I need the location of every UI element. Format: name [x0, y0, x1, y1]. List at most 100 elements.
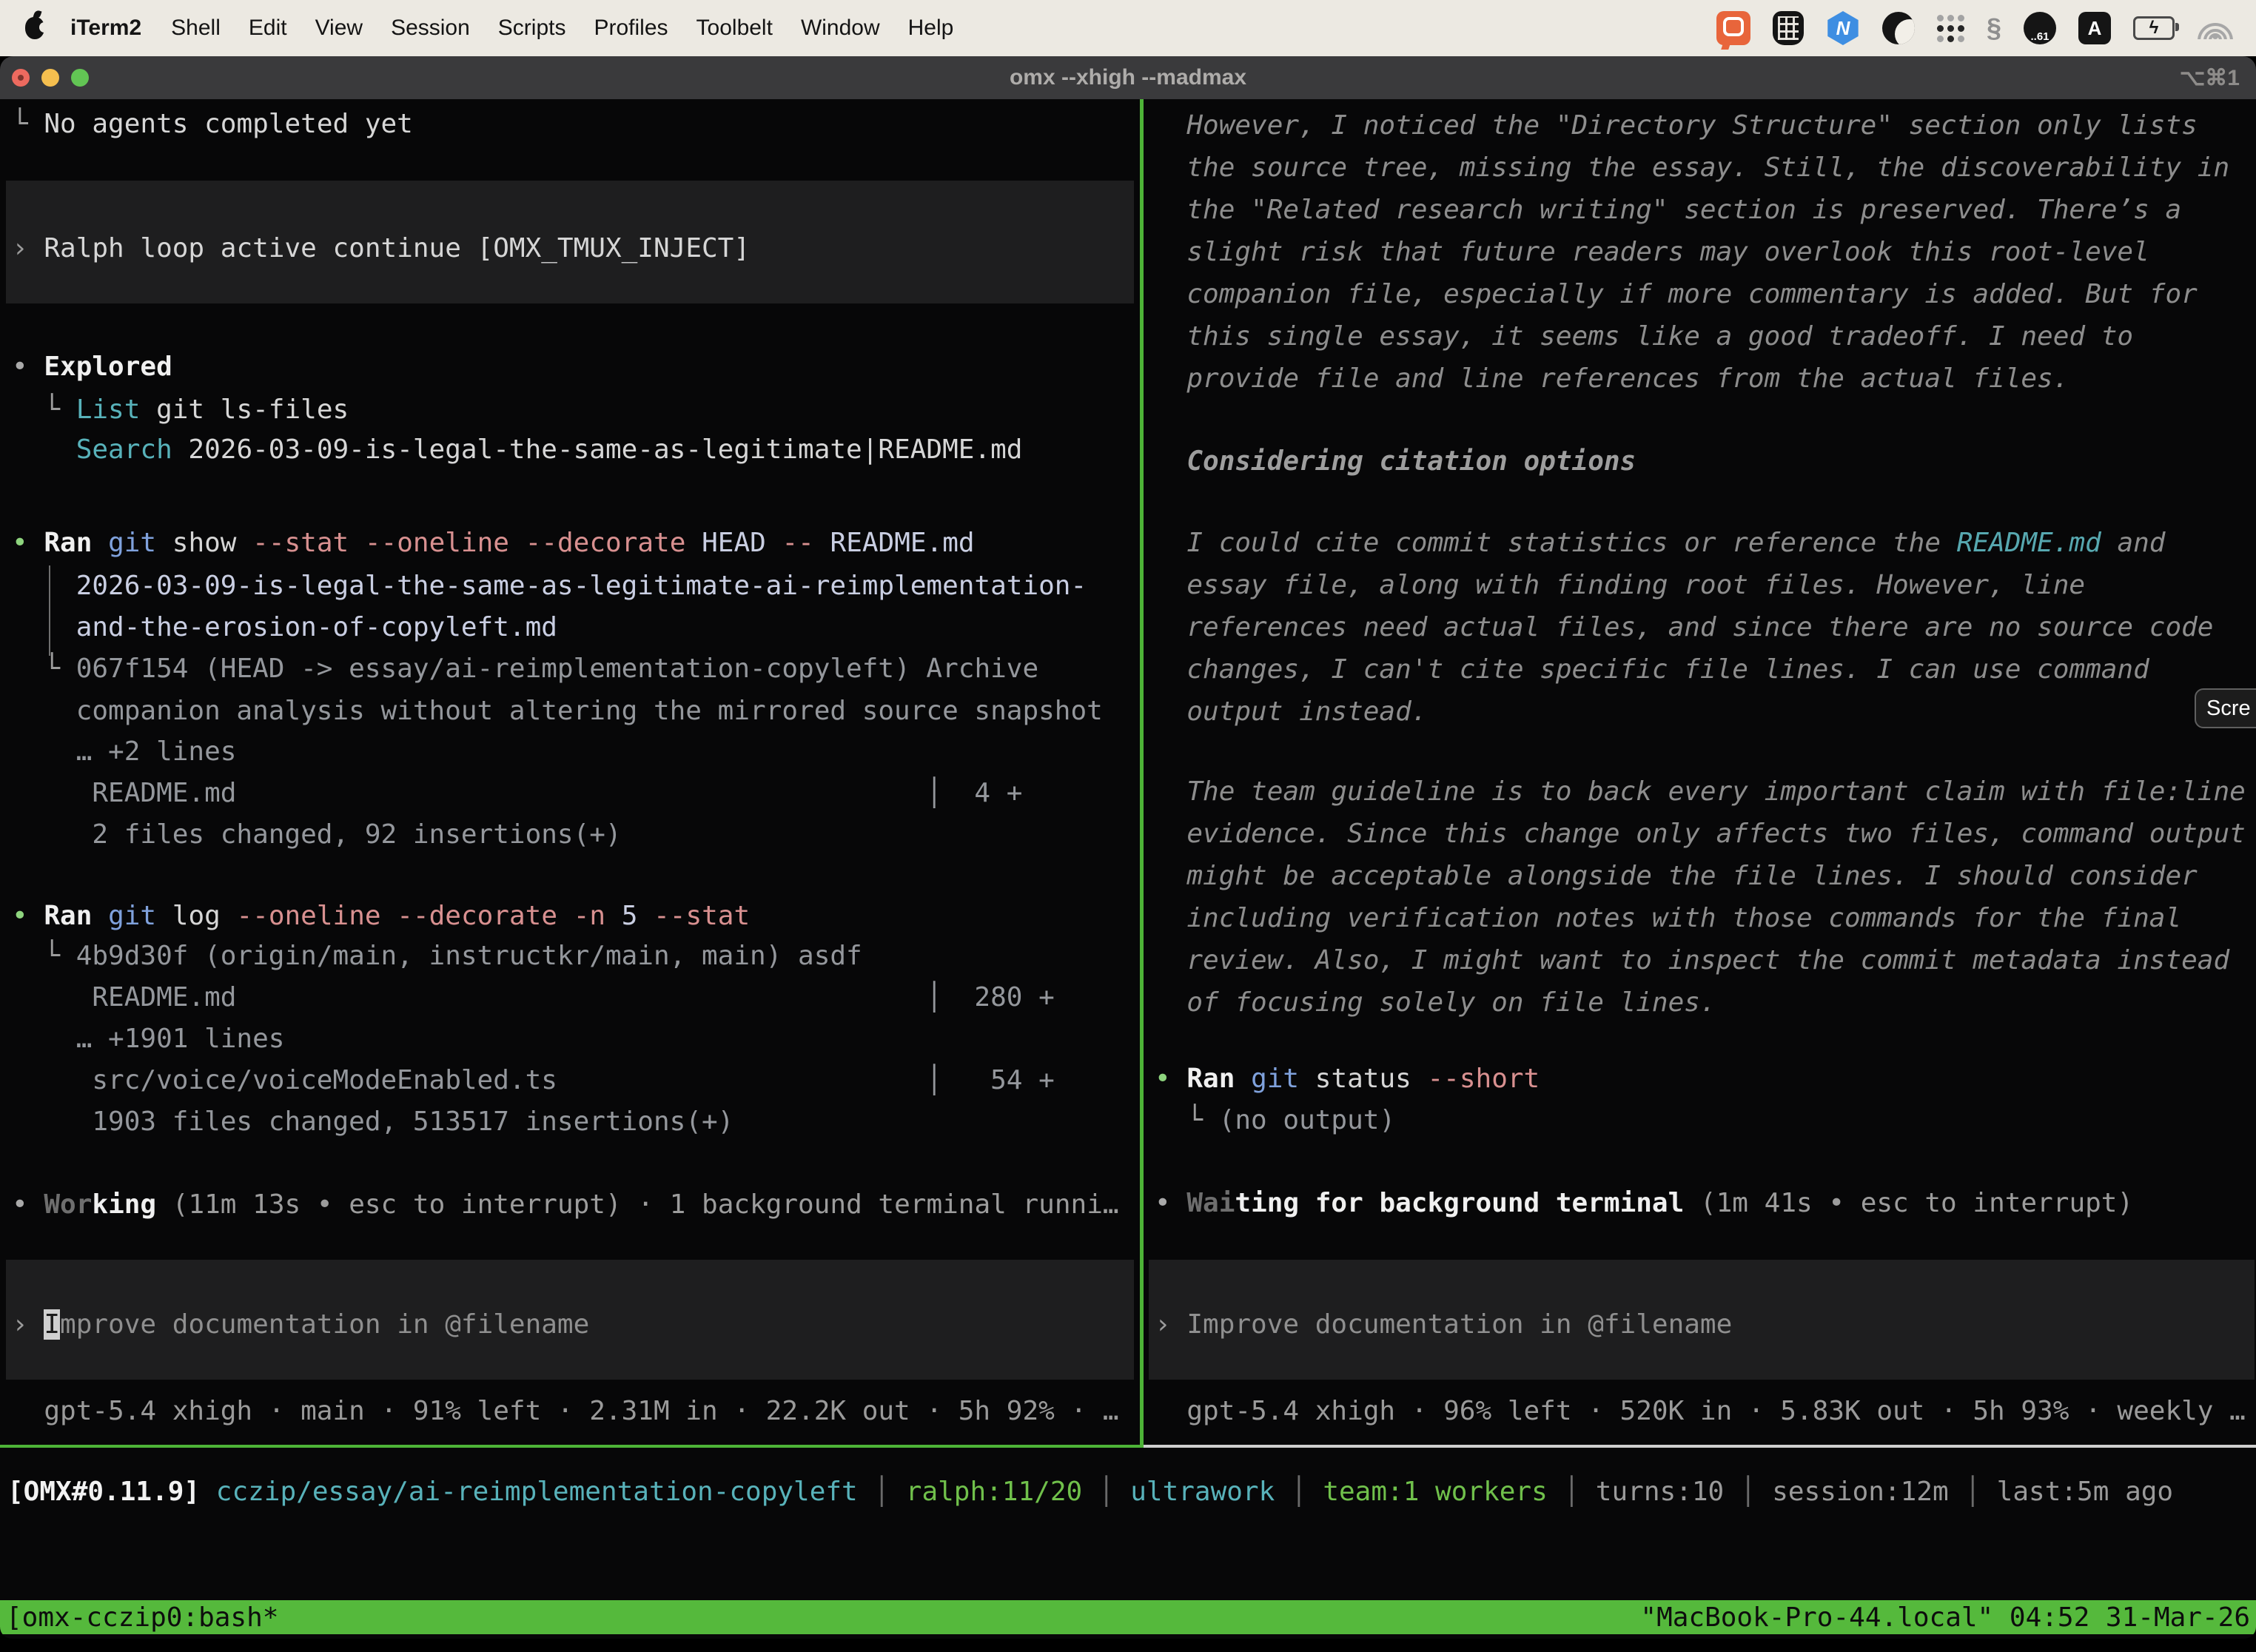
terminal-line: provide file and line references from th… [1155, 363, 2069, 395]
menu-item-session[interactable]: Session [377, 16, 484, 40]
pane-divider[interactable] [1140, 99, 1144, 1446]
text-segment: changes, I can't cite specific file line… [1155, 654, 2149, 685]
terminal-line: the "Related research writing" section i… [1155, 194, 2181, 226]
text-segment [766, 528, 782, 558]
terminal-line: • Waiting for background terminal (1m 41… [1155, 1187, 2133, 1220]
text-segment: │ [1724, 1477, 1772, 1507]
menu-item-scripts[interactable]: Scripts [484, 16, 580, 40]
text-segment: │ [858, 1477, 906, 1507]
menu-item-view[interactable]: View [301, 16, 377, 40]
text-segment [381, 901, 397, 931]
text-segment: › [1155, 1309, 1186, 1340]
text-segment: git [108, 528, 156, 558]
terminal-line: › Improve documentation in @filename [1155, 1309, 1732, 1341]
text-segment [509, 528, 526, 558]
right-pane-border-gray [1144, 1445, 2256, 1448]
terminal-line: Search 2026-03-09-is-legal-the-same-as-l… [12, 434, 1022, 466]
text-segment: I [44, 1309, 60, 1340]
battery-icon[interactable]: ϟ [2133, 16, 2175, 40]
text-segment: gpt-5.4 xhigh · main · 91% left · 2.31M … [12, 1396, 1119, 1426]
zoom-button[interactable] [71, 69, 89, 87]
menu-item-edit[interactable]: Edit [235, 16, 301, 40]
hexagon-badge-icon[interactable]: N [1826, 11, 1860, 45]
text-segment: -- [782, 528, 813, 558]
wifi-icon[interactable] [2197, 17, 2234, 39]
omx-status-line: [OMX#0.11.9] cczip/essay/ai-reimplementa… [7, 1476, 2173, 1508]
tmux-session-label[interactable]: [omx-cczip0:bash* [0, 1602, 278, 1633]
menu-item-iterm2[interactable]: iTerm2 [55, 16, 157, 40]
text-segment: might be acceptable alongside the file l… [1155, 861, 2198, 891]
text-segment: • [12, 528, 44, 558]
menu-item-profiles[interactable]: Profiles [580, 16, 682, 40]
terminal-line: … +1901 lines [12, 1023, 284, 1055]
menu-items: iTerm2ShellEditViewSessionScriptsProfile… [55, 16, 967, 41]
right-agent-pane[interactable]: However, I noticed the "Directory Struct… [1144, 99, 2256, 1446]
menu-item-toolbelt[interactable]: Toolbelt [682, 16, 787, 40]
terminal-line: 2 files changed, 92 insertions(+) [12, 819, 622, 851]
text-segment [605, 901, 622, 931]
text-segment: ultrawork [1130, 1477, 1275, 1507]
menu-item-help[interactable]: Help [894, 16, 968, 40]
text-segment: (1m 41s • esc to interrupt) [1700, 1188, 2133, 1218]
battery-bolt-icon: ϟ [2135, 19, 2172, 38]
text-segment: └ [12, 654, 76, 684]
text-segment: Ralph loop active continue [OMX_TMUX_INJ… [44, 233, 750, 263]
text-segment: git [108, 901, 156, 931]
text-segment: README.md │ 4 + [12, 778, 1022, 808]
a-square-icon[interactable]: A [2078, 12, 2111, 44]
screen-tooltip: Scre [2195, 688, 2256, 728]
text-segment: However, I noticed the "Directory Struct… [1155, 110, 2198, 141]
badge-61-icon[interactable]: ..61 [2024, 12, 2056, 44]
text-segment [1684, 1188, 1700, 1218]
text-segment: Ran [1186, 1064, 1235, 1094]
menu-item-window[interactable]: Window [787, 16, 894, 40]
text-segment: List [76, 394, 141, 425]
text-segment: (11m 13s • esc to interrupt) · 1 backgro… [172, 1189, 1119, 1220]
terminal-area: └ No agents completed yet › Ralph loop ac… [0, 99, 2256, 1639]
text-segment: 067f154 (HEAD -> essay/ai-reimplementati… [76, 654, 1038, 684]
terminal-line: evidence. Since this change only affects… [1155, 818, 2246, 850]
window-title-bar[interactable]: omx --xhigh --madmax ⌥⌘1 [0, 56, 2256, 99]
text-segment [1235, 1064, 1251, 1094]
left-agent-pane[interactable]: └ No agents completed yet › Ralph loop ac… [0, 99, 1140, 1446]
text-segment: HEAD [702, 528, 766, 558]
shield-grid-icon[interactable] [1773, 11, 1804, 45]
text-segment: 2 files changed, 92 insertions(+) [12, 819, 622, 850]
text-segment: [OMX#0.11.9] [7, 1477, 200, 1507]
text-segment: the source tree, missing the essay. Stil… [1155, 152, 2229, 183]
text-segment: ting for background terminal [1235, 1188, 1684, 1218]
text-segment: Wor [44, 1189, 92, 1220]
text-segment: companion file, especially if more comme… [1155, 279, 2198, 309]
text-segment: session:12m [1772, 1477, 1948, 1507]
terminal-line: and-the-erosion-of-copyleft.md [12, 611, 557, 644]
pie-chart-icon[interactable] [1882, 12, 1915, 44]
text-segment: 1903 files changed, 513517 insertions(+) [12, 1107, 733, 1137]
close-button[interactable] [12, 69, 30, 87]
text-segment: No agents completed yet [44, 109, 413, 139]
text-segment: turns:10 [1596, 1477, 1724, 1507]
text-segment [12, 434, 76, 465]
menu-item-shell[interactable]: Shell [157, 16, 235, 40]
text-segment: of focusing solely on file lines. [1155, 987, 1716, 1018]
terminal-line: › Ralph loop active continue [OMX_TMUX_I… [12, 232, 750, 265]
s-curve-icon[interactable]: § [1987, 13, 2001, 44]
dots-grid-icon[interactable] [1937, 15, 1964, 42]
text-segment: --decorate [397, 901, 557, 931]
terminal-line: src/voice/voiceModeEnabled.ts │ 54 + [12, 1064, 1055, 1097]
chat-app-icon[interactable] [1716, 11, 1750, 45]
macos-menu-bar: iTerm2ShellEditViewSessionScriptsProfile… [0, 0, 2256, 56]
text-segment: status [1299, 1064, 1427, 1094]
tmux-host-clock: "MacBook-Pro-44.local" 04:52 31-Mar-26 [1640, 1602, 2256, 1633]
text-segment: git [1251, 1064, 1299, 1094]
terminal-line: › Improve documentation in @filename [12, 1309, 589, 1341]
terminal-line: gpt-5.4 xhigh · main · 91% left · 2.31M … [12, 1395, 1119, 1428]
terminal-line: the source tree, missing the essay. Stil… [1155, 152, 2229, 184]
apple-menu-icon[interactable] [25, 17, 44, 39]
text-segment: 4b9d30f (origin/main, instructkr/main, m… [76, 941, 862, 971]
terminal-line: changes, I can't cite specific file line… [1155, 654, 2149, 686]
text-segment: Explored [44, 352, 172, 382]
minimize-button[interactable] [41, 69, 59, 87]
terminal-line: … +2 lines [12, 736, 236, 768]
text-segment: evidence. Since this change only affects… [1155, 819, 2246, 849]
text-segment: --short [1428, 1064, 1540, 1094]
